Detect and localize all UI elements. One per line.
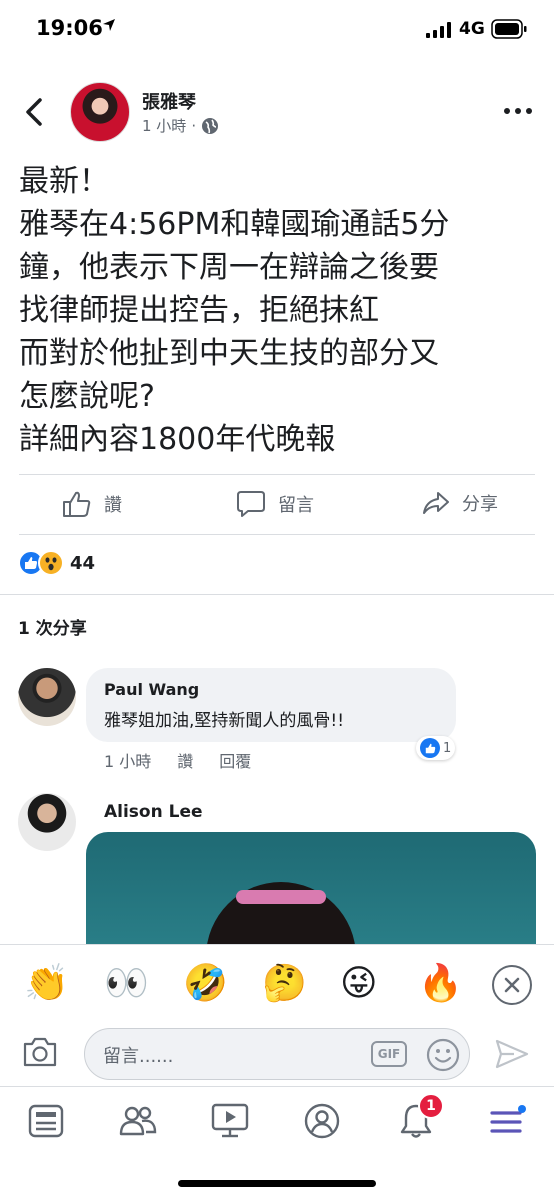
comment-gif-image[interactable] xyxy=(86,832,536,952)
smiley-icon[interactable] xyxy=(425,1037,461,1073)
post-time[interactable]: 1 小時 xyxy=(142,115,186,136)
network-type: 4G xyxy=(459,19,485,39)
comment-input[interactable]: 留言...... GIF xyxy=(84,1028,470,1080)
like-button[interactable]: 讚 xyxy=(62,490,122,518)
close-icon xyxy=(504,977,520,993)
home-indicator xyxy=(178,1180,376,1187)
notification-badge: 1 xyxy=(418,1093,444,1119)
profile-icon xyxy=(304,1103,340,1139)
battery-icon xyxy=(491,19,527,39)
divider xyxy=(19,534,535,535)
post-line: 而對於他扯到中天生技的部分又 xyxy=(19,336,439,371)
status-time: 19:06 xyxy=(36,16,103,40)
share-arrow-icon xyxy=(423,492,449,514)
eyes-emoji[interactable]: 👀 xyxy=(104,963,149,1005)
fire-emoji[interactable]: 🔥 xyxy=(418,963,463,1005)
thinking-emoji[interactable]: 🤔 xyxy=(262,963,307,1005)
author-avatar[interactable] xyxy=(70,82,130,142)
comment-text: 雅琴姐加油,堅持新聞人的風骨!! xyxy=(104,711,345,731)
post-line: 雅琴在4:56PM和韓國瑜通話5分 xyxy=(19,207,450,242)
comment-composer: 留言...... GIF xyxy=(0,1024,554,1086)
tab-profile[interactable] xyxy=(302,1101,342,1141)
comment-label: 留言 xyxy=(278,495,314,516)
meta-separator: · xyxy=(191,116,197,135)
comment-meta: 1 小時 讚 回覆 xyxy=(104,748,251,772)
comment-reaction-count: 1 xyxy=(443,740,452,756)
share-button[interactable]: 分享 xyxy=(422,490,498,516)
emoji-suggestion-bar: 👏 👀 🤣 🤔 😜 🔥 xyxy=(0,944,554,1024)
share-label: 分享 xyxy=(462,494,498,515)
tab-friends[interactable] xyxy=(118,1101,158,1141)
winking-tongue-emoji[interactable]: 😜 xyxy=(340,963,378,1005)
tab-menu[interactable] xyxy=(488,1101,528,1141)
commenter-avatar[interactable] xyxy=(18,793,76,851)
reaction-summary[interactable]: 44 xyxy=(18,550,95,576)
author-name[interactable]: 張雅琴 xyxy=(142,88,196,114)
comment-icon xyxy=(237,491,265,517)
commenter-name[interactable]: Alison Lee xyxy=(104,802,203,822)
share-count[interactable]: 1 次分享 xyxy=(18,614,87,639)
send-icon[interactable] xyxy=(494,1038,530,1070)
like-reaction-icon xyxy=(420,738,440,758)
post-line: 詳細內容1800年代晚報 xyxy=(19,422,336,457)
post-line: 最新！ xyxy=(19,164,109,199)
status-bar: 19:06 4G xyxy=(0,0,554,60)
location-arrow-icon xyxy=(103,19,115,31)
signal-icon xyxy=(426,22,451,38)
like-label: 讚 xyxy=(104,495,122,516)
commenter-avatar[interactable] xyxy=(18,668,76,726)
tab-news-feed[interactable] xyxy=(26,1101,66,1141)
gif-headband xyxy=(236,890,326,904)
camera-icon[interactable] xyxy=(22,1036,58,1068)
tab-watch[interactable] xyxy=(210,1101,250,1141)
news-feed-icon xyxy=(28,1104,64,1138)
divider xyxy=(19,474,535,475)
bottom-tab-bar: 1 xyxy=(0,1086,554,1156)
more-options-icon[interactable] xyxy=(503,106,533,116)
watch-video-icon xyxy=(211,1103,249,1138)
menu-icon xyxy=(490,1105,526,1133)
post-meta: 1 小時 · xyxy=(142,115,219,136)
post-line: 鐘，他表示下周一在辯論之後要 xyxy=(19,250,439,285)
post-actions: 讚 留言 分享 xyxy=(0,476,554,534)
clapping-emoji[interactable]: 👏 xyxy=(24,963,69,1005)
rofl-emoji[interactable]: 🤣 xyxy=(183,963,228,1005)
thumbs-up-icon xyxy=(63,491,91,517)
comment-time: 1 小時 xyxy=(104,752,152,771)
back-arrow-icon[interactable] xyxy=(22,96,50,128)
comment-button[interactable]: 留言 xyxy=(236,490,314,518)
post-body: 最新！ 雅琴在4:56PM和韓國瑜通話5分 鐘，他表示下周一在辯論之後要 找律師… xyxy=(19,160,539,461)
reaction-count: 44 xyxy=(70,552,96,574)
post-header: 張雅琴 1 小時 · xyxy=(0,78,554,148)
comment-bubble[interactable]: Paul Wang 雅琴姐加油,堅持新聞人的風骨!! xyxy=(86,668,456,742)
divider xyxy=(0,594,554,595)
post-line: 怎麼說呢? xyxy=(19,379,155,414)
commenter-name[interactable]: Paul Wang xyxy=(104,680,199,699)
comment-reaction-badge[interactable]: 1 xyxy=(416,736,456,760)
gif-button[interactable]: GIF xyxy=(371,1041,407,1067)
comment-like-button[interactable]: 讚 xyxy=(177,748,193,772)
wow-reaction-icon xyxy=(38,550,64,576)
globe-icon xyxy=(202,117,219,134)
friends-icon xyxy=(119,1106,157,1136)
comment-reply-button[interactable]: 回覆 xyxy=(219,748,251,772)
comment-placeholder: 留言...... xyxy=(103,1046,174,1067)
post-line: 找律師提出控告，拒絕抹紅 xyxy=(19,293,379,328)
close-emoji-bar-button[interactable] xyxy=(492,965,532,1005)
